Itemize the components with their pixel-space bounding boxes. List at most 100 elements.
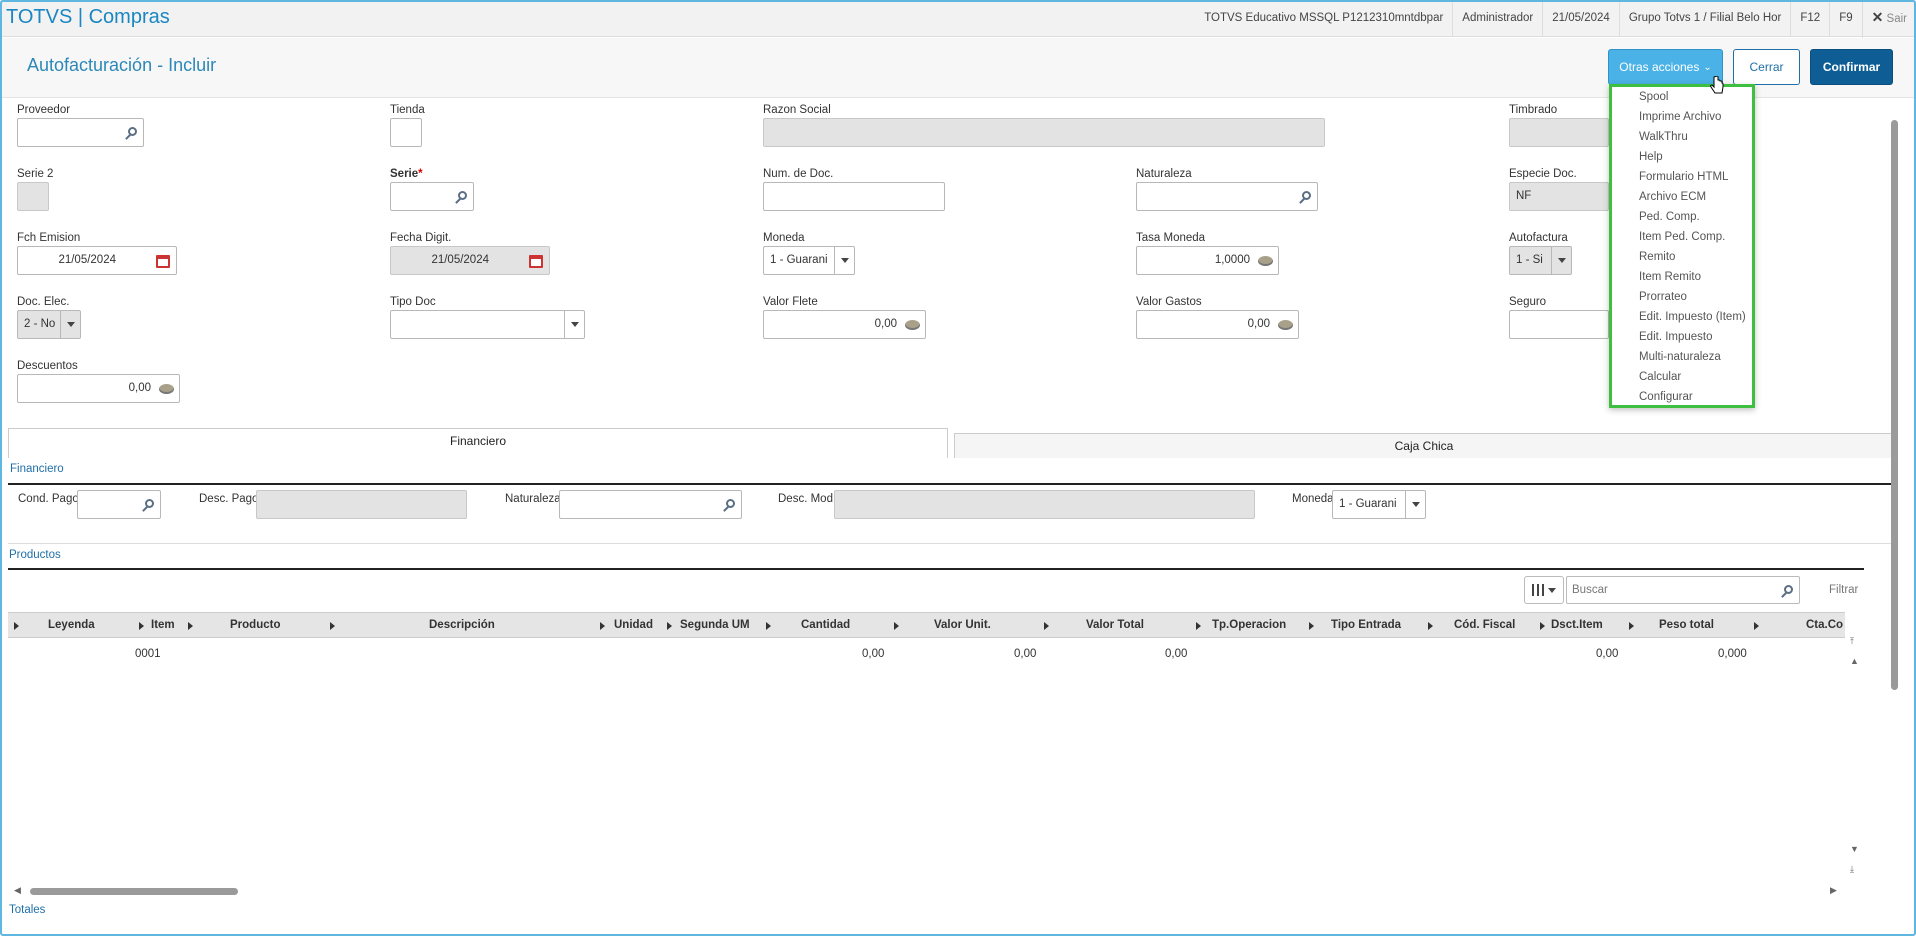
sort-icon[interactable] — [1754, 622, 1759, 630]
search-icon[interactable] — [1777, 582, 1795, 600]
descuentos-field[interactable]: 0,00 — [17, 374, 180, 403]
scroll-bottom-icon[interactable]: ⤓ — [1850, 864, 1854, 875]
user-label[interactable]: Administrador — [1452, 0, 1542, 37]
menu-item-imprime-archivo[interactable]: Imprime Archivo — [1612, 107, 1752, 127]
moneda-fin-select[interactable]: 1 - Guarani — [1332, 490, 1426, 519]
calendar-icon[interactable] — [154, 252, 172, 270]
menu-item-archivo-ecm[interactable]: Archivo ECM — [1612, 187, 1752, 207]
col-dsct-item[interactable]: Dsct.Item — [1551, 619, 1603, 631]
date-label[interactable]: 21/05/2024 — [1542, 0, 1619, 37]
col-producto[interactable]: Producto — [230, 619, 280, 631]
f9-button[interactable]: F9 — [1829, 0, 1861, 37]
menu-item-walkthru[interactable]: WalkThru — [1612, 127, 1752, 147]
sort-icon[interactable] — [1196, 622, 1201, 630]
sort-icon[interactable] — [139, 622, 144, 630]
sort-icon[interactable] — [1629, 622, 1634, 630]
sort-icon[interactable] — [667, 622, 672, 630]
coin-icon[interactable] — [903, 316, 921, 334]
serie-field[interactable] — [390, 182, 474, 211]
doc-elec-select[interactable]: 2 - No — [17, 310, 81, 339]
menu-item-edit-impuesto-item[interactable]: Edit. Impuesto (Item) — [1612, 307, 1752, 327]
tab-financiero[interactable]: Financiero — [8, 428, 948, 458]
menu-item-prorrateo[interactable]: Prorrateo — [1612, 287, 1752, 307]
sort-icon[interactable] — [14, 622, 19, 630]
scroll-thumb[interactable] — [30, 888, 238, 895]
col-cantidad[interactable]: Cantidad — [801, 619, 850, 631]
menu-item-multi-naturaleza[interactable]: Multi-naturaleza — [1612, 347, 1752, 367]
col-valor-unit[interactable]: Valor Unit. — [934, 619, 991, 631]
valor-gastos-field[interactable]: 0,00 — [1136, 310, 1299, 339]
f12-button[interactable]: F12 — [1790, 0, 1829, 37]
close-button[interactable]: Cerrar — [1733, 49, 1800, 85]
menu-item-item-ped-comp[interactable]: Item Ped. Comp. — [1612, 227, 1752, 247]
seguro-field[interactable] — [1509, 310, 1609, 339]
col-tipo-entrada[interactable]: Tipo Entrada — [1331, 619, 1401, 631]
menu-item-configurar[interactable]: Configurar — [1612, 387, 1752, 407]
sort-icon[interactable] — [894, 622, 899, 630]
col-leyenda[interactable]: Leyenda — [48, 619, 95, 631]
coin-icon[interactable] — [1256, 252, 1274, 270]
scroll-up-icon[interactable]: ▲ — [1850, 656, 1859, 666]
menu-item-spool[interactable]: Spool — [1612, 87, 1752, 107]
col-segunda-um[interactable]: Segunda UM — [680, 619, 750, 631]
fch-emision-field[interactable]: 21/05/2024 — [17, 246, 177, 275]
confirm-button[interactable]: Confirmar — [1810, 49, 1893, 85]
cond-pago-field[interactable] — [77, 490, 161, 519]
col-item[interactable]: Item — [151, 619, 175, 631]
search-icon[interactable] — [138, 496, 156, 514]
tienda-field[interactable] — [390, 118, 422, 147]
sort-icon[interactable] — [1309, 622, 1314, 630]
other-actions-button[interactable]: Otras acciones ⌄ — [1608, 49, 1723, 85]
product-search-input[interactable]: Buscar — [1566, 576, 1800, 604]
col-tp-operacion[interactable]: Tp.Operacion — [1212, 619, 1286, 631]
scroll-top-icon[interactable]: ⤒ — [1850, 636, 1854, 647]
sort-icon[interactable] — [330, 622, 335, 630]
menu-item-help[interactable]: Help — [1612, 147, 1752, 167]
branch-label[interactable]: Grupo Totvs 1 / Filial Belo Hor — [1618, 0, 1791, 37]
columns-button[interactable] — [1524, 576, 1564, 604]
search-icon[interactable] — [719, 496, 737, 514]
menu-item-remito[interactable]: Remito — [1612, 247, 1752, 267]
environment-label[interactable]: TOTVS Educativo MSSQL P1212310mntdbpar — [1195, 0, 1452, 37]
menu-item-formulario-html[interactable]: Formulario HTML — [1612, 167, 1752, 187]
valor-flete-field[interactable]: 0,00 — [763, 310, 926, 339]
scroll-left-icon[interactable]: ◀ — [14, 885, 21, 896]
tipo-doc-select[interactable] — [390, 310, 585, 339]
grid-vertical-scrollbar[interactable]: ⤒ ▲ ▼ ⤓ — [1848, 630, 1860, 890]
menu-item-ped-comp[interactable]: Ped. Comp. — [1612, 207, 1752, 227]
sort-icon[interactable] — [766, 622, 771, 630]
menu-item-item-remito[interactable]: Item Remito — [1612, 267, 1752, 287]
scroll-right-icon[interactable]: ▶ — [1830, 885, 1837, 896]
col-descripcion[interactable]: Descripción — [429, 619, 495, 631]
search-icon[interactable] — [1295, 188, 1313, 206]
page-vertical-scrollbar[interactable] — [1888, 108, 1900, 898]
num-doc-field[interactable] — [763, 182, 945, 211]
grid-horizontal-scrollbar[interactable]: ◀ ▶ — [8, 884, 1845, 898]
coin-icon[interactable] — [1276, 316, 1294, 334]
moneda-select[interactable]: 1 - Guarani — [763, 246, 855, 275]
tab-caja-chica[interactable]: Caja Chica — [954, 433, 1894, 458]
scroll-thumb[interactable] — [1891, 120, 1898, 690]
col-cta-co[interactable]: Cta.Co — [1806, 619, 1843, 631]
search-icon[interactable] — [451, 188, 469, 206]
col-cod-fiscal[interactable]: Cód. Fiscal — [1454, 619, 1515, 631]
col-peso-total[interactable]: Peso total — [1659, 619, 1714, 631]
sort-icon[interactable] — [1540, 622, 1545, 630]
sort-icon[interactable] — [188, 622, 193, 630]
menu-item-calcular[interactable]: Calcular — [1612, 367, 1752, 387]
sort-icon[interactable] — [600, 622, 605, 630]
naturaleza-fin-field[interactable] — [559, 490, 742, 519]
tasa-moneda-field[interactable]: 1,0000 — [1136, 246, 1279, 275]
proveedor-field[interactable] — [17, 118, 144, 147]
filter-button[interactable]: Filtrar — [1829, 584, 1858, 596]
coin-icon[interactable] — [157, 380, 175, 398]
sort-icon[interactable] — [1044, 622, 1049, 630]
col-valor-total[interactable]: Valor Total — [1086, 619, 1144, 631]
menu-item-edit-impuesto[interactable]: Edit. Impuesto — [1612, 327, 1752, 347]
sort-icon[interactable] — [1428, 622, 1433, 630]
naturaleza-field[interactable] — [1136, 182, 1318, 211]
exit-button[interactable]: ✕ Sair — [1861, 0, 1916, 38]
scroll-down-icon[interactable]: ▼ — [1850, 844, 1859, 854]
autofactura-select[interactable]: 1 - Si — [1509, 246, 1572, 275]
search-icon[interactable] — [121, 124, 139, 142]
